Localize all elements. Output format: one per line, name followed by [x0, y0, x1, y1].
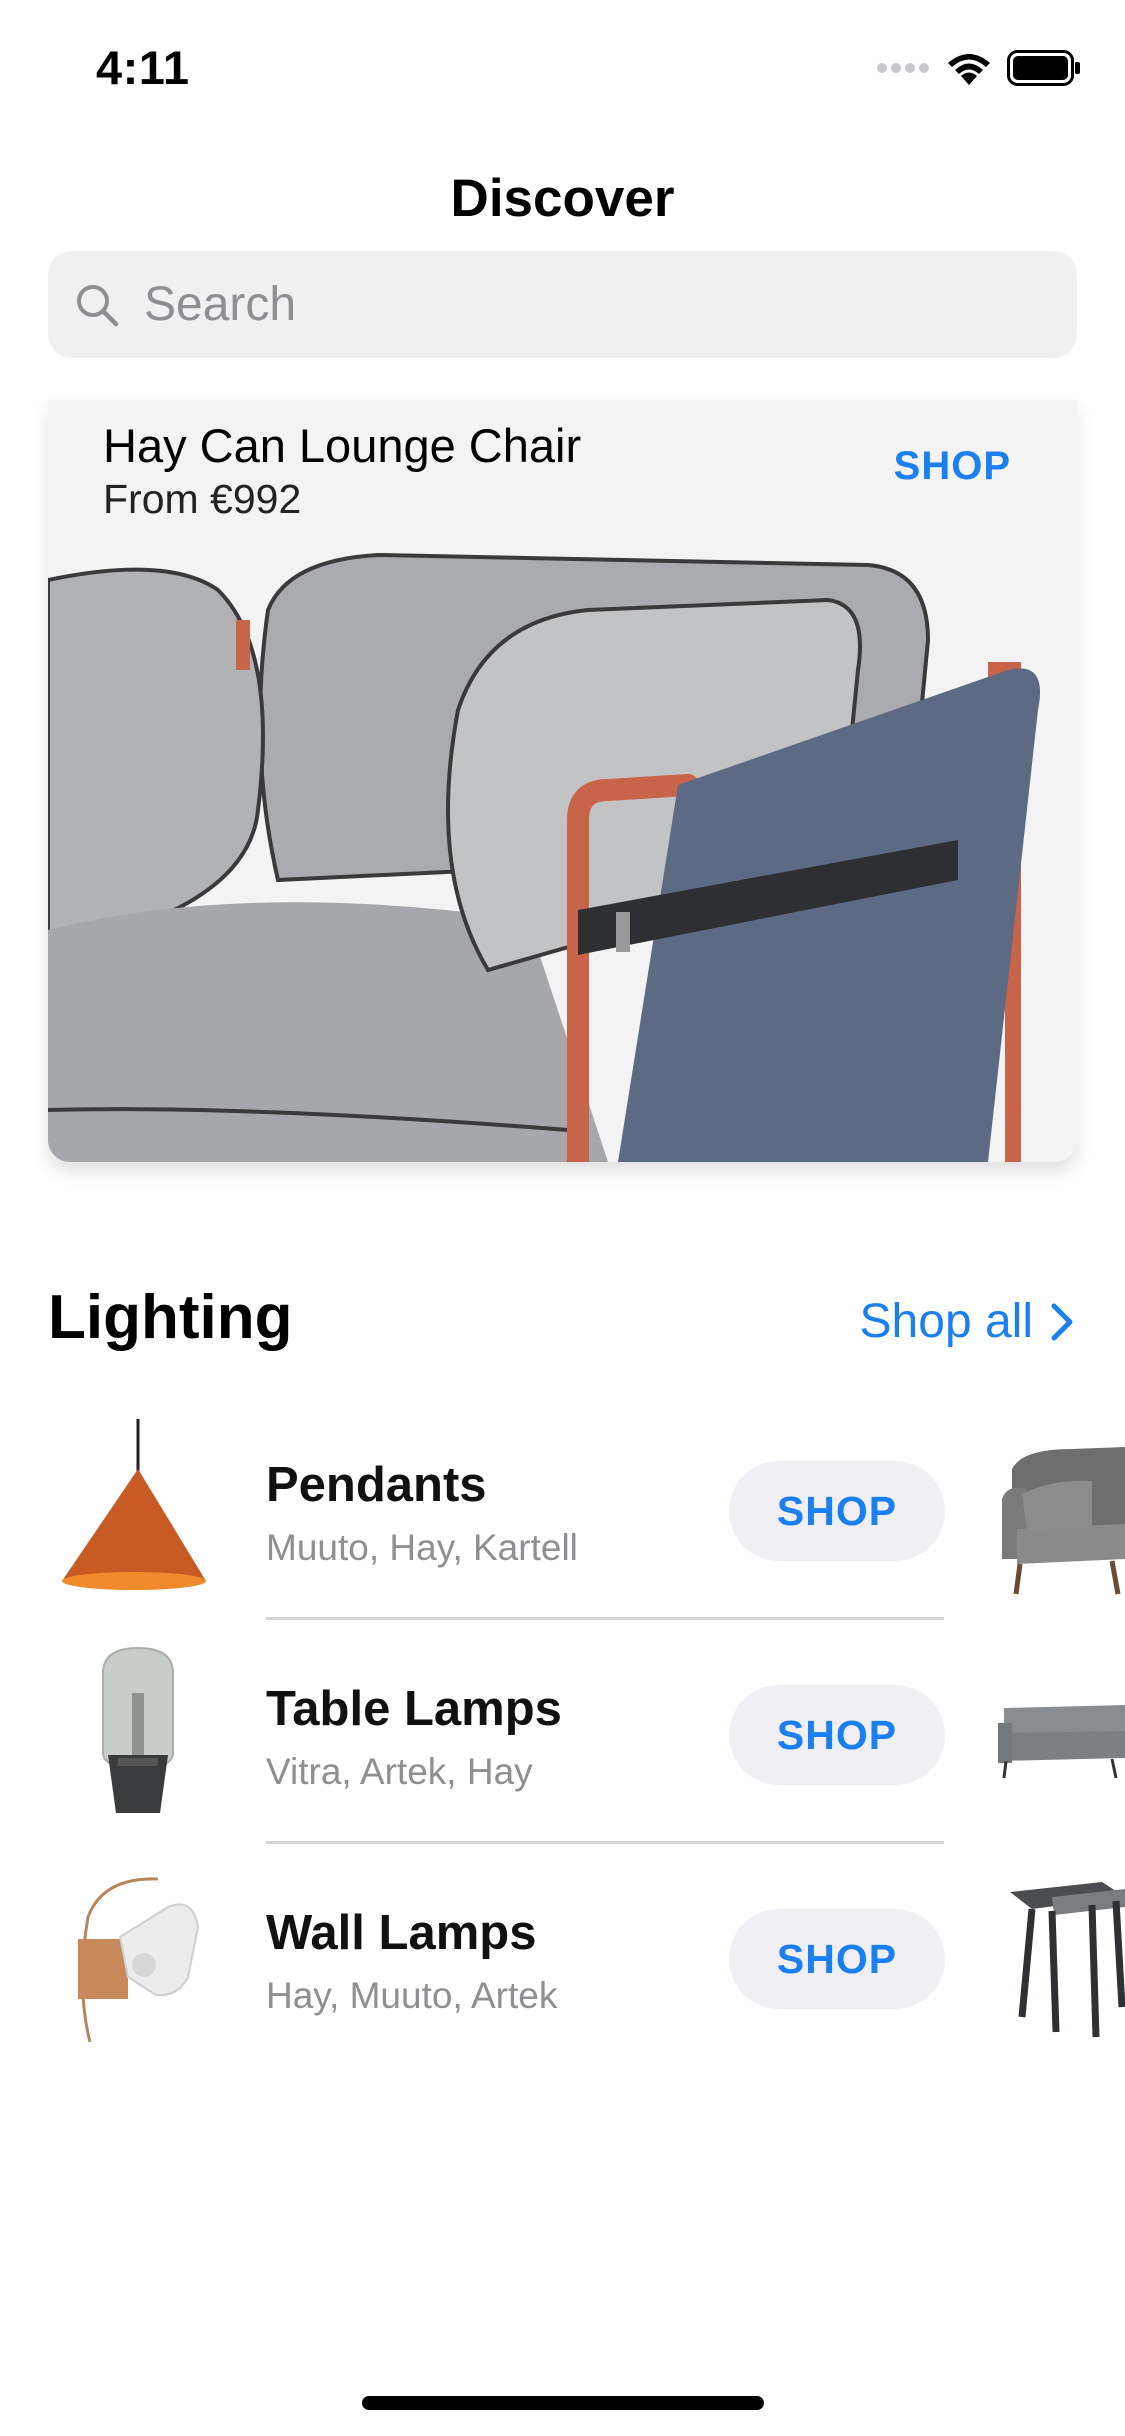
item-brands: Hay, Muuto, Artek [266, 1975, 558, 2016]
shop-wall-lamps-button[interactable]: SHOP [729, 1909, 945, 2009]
shop-pendants-button[interactable]: SHOP [729, 1461, 945, 1561]
divider [266, 1617, 944, 1620]
battery-icon [1007, 50, 1080, 86]
featured-product-name: Hay Can Lounge Chair [103, 419, 582, 472]
home-indicator[interactable] [362, 2396, 764, 2410]
pendant-lamp-thumbnail [48, 1419, 228, 1599]
featured-product-card[interactable]: Hay Can Lounge Chair From €992 SHOP [48, 400, 1077, 1162]
item-title: Pendants [266, 1458, 487, 1512]
search-bar[interactable] [48, 251, 1077, 358]
status-indicators [877, 48, 1081, 88]
section-title: Lighting [48, 1283, 293, 1352]
chevron-right-icon [1051, 1303, 1073, 1340]
page-title: Discover [450, 169, 675, 228]
wifi-icon [948, 54, 990, 85]
item-brands: Vitra, Artek, Hay [266, 1751, 533, 1792]
list-item-table-lamps[interactable]: Table Lamps Vitra, Artek, Hay SHOP [48, 1643, 1125, 1823]
shop-table-lamps-button[interactable]: SHOP [729, 1685, 945, 1785]
item-title: Table Lamps [266, 1682, 562, 1736]
side-table-peek-image[interactable] [992, 1867, 1125, 2047]
item-brands: Muuto, Hay, Kartell [266, 1527, 578, 1568]
table-lamp-thumbnail [48, 1643, 228, 1823]
shop-all-link[interactable]: Shop all [860, 1294, 1073, 1349]
search-input[interactable] [142, 276, 946, 333]
wall-lamp-thumbnail [48, 1867, 228, 2047]
featured-product-price: From €992 [103, 476, 302, 522]
sofa-peek-image[interactable] [992, 1643, 1125, 1823]
armchair-peek-image[interactable] [992, 1419, 1125, 1599]
status-time: 4:11 [96, 41, 190, 94]
list-item-pendants[interactable]: Pendants Muuto, Hay, Kartell SHOP [48, 1419, 1125, 1599]
featured-shop-button[interactable]: SHOP [894, 444, 1011, 489]
list-item-wall-lamps[interactable]: Wall Lamps Hay, Muuto, Artek SHOP [48, 1867, 1125, 2047]
divider [266, 1841, 944, 1844]
lounge-chair-image [48, 550, 1077, 1162]
item-title: Wall Lamps [266, 1906, 537, 1960]
search-icon [72, 280, 122, 330]
cellular-signal-icon [877, 63, 929, 73]
shop-all-label: Shop all [859, 1295, 1033, 1348]
